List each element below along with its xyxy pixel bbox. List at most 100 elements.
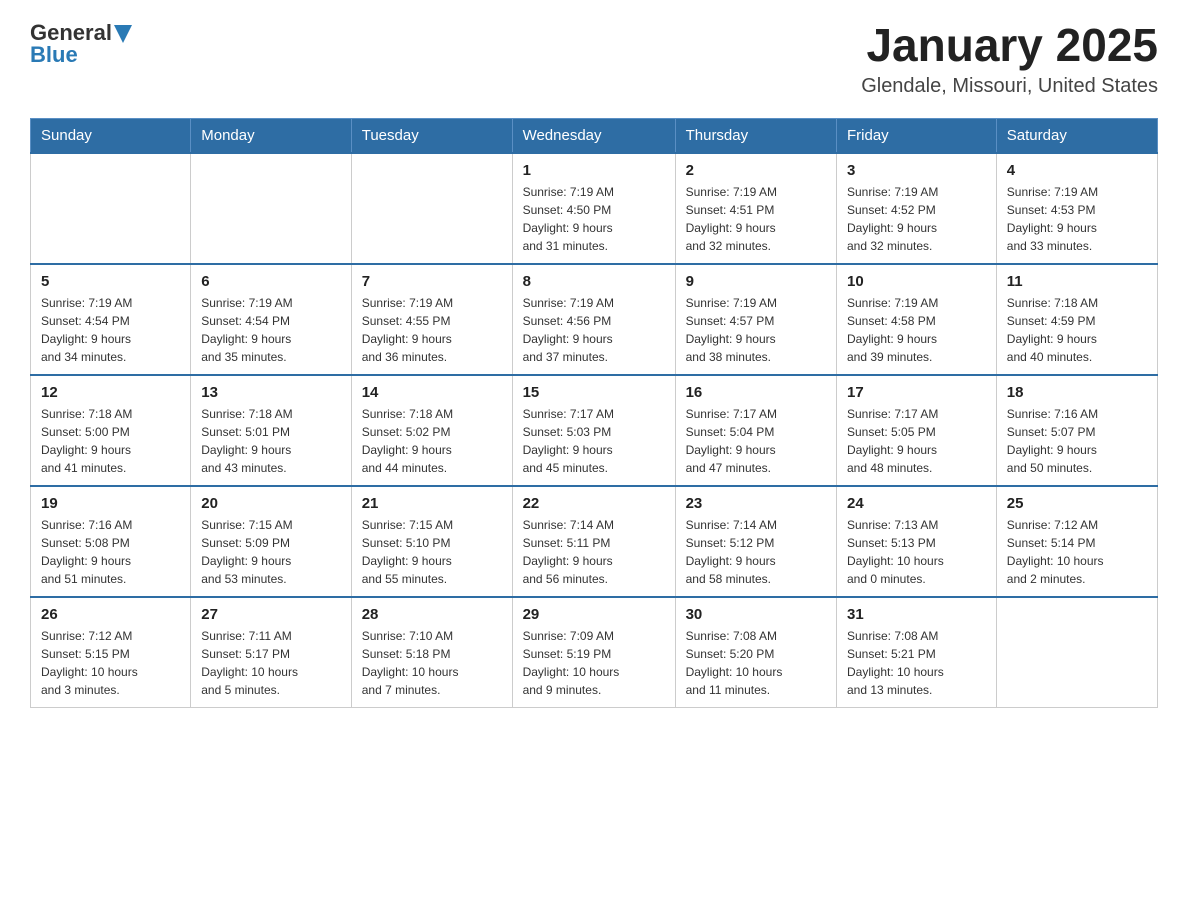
calendar-cell [996,597,1157,708]
day-info: Sunrise: 7:19 AM Sunset: 4:53 PM Dayligh… [1007,183,1147,255]
day-number: 16 [686,384,826,401]
calendar-cell: 12Sunrise: 7:18 AM Sunset: 5:00 PM Dayli… [31,375,191,486]
day-number: 1 [523,162,665,179]
day-number: 5 [41,273,180,290]
calendar-header-row: Sunday Monday Tuesday Wednesday Thursday… [31,118,1158,153]
day-number: 29 [523,606,665,623]
calendar-cell: 22Sunrise: 7:14 AM Sunset: 5:11 PM Dayli… [512,486,675,597]
calendar-week-row: 19 Sunrise: 7:16 AM Sunset: 5:08 PM Dayli… [31,486,1158,597]
day-info: Sunrise: 7:19 AM Sunset: 4:58 PM Dayligh… [847,294,986,366]
day-number: 25 [1007,495,1147,512]
calendar-cell: 25 Sunrise: 7:12 AM Sunset: 5:14 PM Dayli… [996,486,1157,597]
header-sunday: Sunday [31,118,191,153]
day-info: Sunrise: 7:17 AM Sunset: 5:03 PM Dayligh… [523,405,665,477]
day-number: 4 [1007,162,1147,179]
day-number: 28 [362,606,502,623]
header-tuesday: Tuesday [351,118,512,153]
calendar-cell: 30 Sunrise: 7:08 AM Sunset: 5:20 PM Dayli… [675,597,836,708]
day-info: Sunrise: 7:12 AM Sunset: 5:14 PM Dayligh… [1007,516,1147,588]
day-info: Sunrise: 7:18 AM Sunset: 5:01 PM Dayligh… [201,405,340,477]
calendar-cell: 20 Sunrise: 7:15 AM Sunset: 5:09 PM Dayli… [191,486,351,597]
calendar-cell [351,153,512,264]
day-number: 21 [362,495,502,512]
calendar-cell: 24 Sunrise: 7:13 AM Sunset: 5:13 PM Dayli… [836,486,996,597]
header-wednesday: Wednesday [512,118,675,153]
day-info: Sunrise: 7:18 AM Sunset: 5:02 PM Dayligh… [362,405,502,477]
day-number: 23 [686,495,826,512]
calendar-cell: 31 Sunrise: 7:08 AM Sunset: 5:21 PM Dayli… [836,597,996,708]
day-info: Sunrise: 7:19 AM Sunset: 4:50 PM Dayligh… [523,183,665,255]
day-info: Sunrise: 7:09 AM Sunset: 5:19 PM Dayligh… [523,627,665,699]
day-info: Sunrise: 7:19 AM Sunset: 4:57 PM Dayligh… [686,294,826,366]
calendar-cell: 5 Sunrise: 7:19 AM Sunset: 4:54 PM Daylig… [31,264,191,375]
day-number: 10 [847,273,986,290]
day-info: Sunrise: 7:18 AM Sunset: 5:00 PM Dayligh… [41,405,180,477]
day-info: Sunrise: 7:08 AM Sunset: 5:21 PM Dayligh… [847,627,986,699]
calendar-cell: 23 Sunrise: 7:14 AM Sunset: 5:12 PM Dayli… [675,486,836,597]
day-info: Sunrise: 7:19 AM Sunset: 4:52 PM Dayligh… [847,183,986,255]
calendar-cell: 2Sunrise: 7:19 AM Sunset: 4:51 PM Daylig… [675,153,836,264]
day-number: 9 [686,273,826,290]
day-info: Sunrise: 7:08 AM Sunset: 5:20 PM Dayligh… [686,627,826,699]
day-number: 26 [41,606,180,623]
day-number: 13 [201,384,340,401]
calendar-cell: 4 Sunrise: 7:19 AM Sunset: 4:53 PM Daylig… [996,153,1157,264]
calendar-cell: 8Sunrise: 7:19 AM Sunset: 4:56 PM Daylig… [512,264,675,375]
day-number: 11 [1007,273,1147,290]
calendar-cell [191,153,351,264]
location-title: Glendale, Missouri, United States [861,75,1158,98]
day-number: 20 [201,495,340,512]
day-number: 30 [686,606,826,623]
calendar-cell: 3 Sunrise: 7:19 AM Sunset: 4:52 PM Daylig… [836,153,996,264]
day-number: 24 [847,495,986,512]
header-friday: Friday [836,118,996,153]
day-number: 22 [523,495,665,512]
calendar-cell: 28 Sunrise: 7:10 AM Sunset: 5:18 PM Dayli… [351,597,512,708]
day-info: Sunrise: 7:15 AM Sunset: 5:10 PM Dayligh… [362,516,502,588]
day-info: Sunrise: 7:12 AM Sunset: 5:15 PM Dayligh… [41,627,180,699]
logo-blue-text: Blue [30,42,78,68]
day-info: Sunrise: 7:18 AM Sunset: 4:59 PM Dayligh… [1007,294,1147,366]
day-info: Sunrise: 7:17 AM Sunset: 5:04 PM Dayligh… [686,405,826,477]
calendar-cell: 10 Sunrise: 7:19 AM Sunset: 4:58 PM Dayli… [836,264,996,375]
calendar-week-row: 1 Sunrise: 7:19 AM Sunset: 4:50 PM Daylig… [31,153,1158,264]
logo: General Blue [30,20,132,68]
calendar-cell: 21 Sunrise: 7:15 AM Sunset: 5:10 PM Dayli… [351,486,512,597]
day-number: 6 [201,273,340,290]
calendar-cell: 15 Sunrise: 7:17 AM Sunset: 5:03 PM Dayli… [512,375,675,486]
month-title: January 2025 [861,20,1158,71]
calendar-week-row: 12Sunrise: 7:18 AM Sunset: 5:00 PM Dayli… [31,375,1158,486]
calendar-cell: 27 Sunrise: 7:11 AM Sunset: 5:17 PM Dayli… [191,597,351,708]
calendar-cell: 26 Sunrise: 7:12 AM Sunset: 5:15 PM Dayli… [31,597,191,708]
day-info: Sunrise: 7:14 AM Sunset: 5:12 PM Dayligh… [686,516,826,588]
day-info: Sunrise: 7:10 AM Sunset: 5:18 PM Dayligh… [362,627,502,699]
day-info: Sunrise: 7:17 AM Sunset: 5:05 PM Dayligh… [847,405,986,477]
day-info: Sunrise: 7:11 AM Sunset: 5:17 PM Dayligh… [201,627,340,699]
day-info: Sunrise: 7:19 AM Sunset: 4:55 PM Dayligh… [362,294,502,366]
day-number: 27 [201,606,340,623]
page-header: General Blue January 2025 Glendale, Miss… [30,20,1158,98]
calendar-table: Sunday Monday Tuesday Wednesday Thursday… [30,118,1158,708]
day-info: Sunrise: 7:16 AM Sunset: 5:08 PM Dayligh… [41,516,180,588]
day-number: 15 [523,384,665,401]
day-number: 3 [847,162,986,179]
calendar-cell: 29 Sunrise: 7:09 AM Sunset: 5:19 PM Dayli… [512,597,675,708]
calendar-cell: 18 Sunrise: 7:16 AM Sunset: 5:07 PM Dayli… [996,375,1157,486]
day-number: 19 [41,495,180,512]
calendar-cell: 7 Sunrise: 7:19 AM Sunset: 4:55 PM Daylig… [351,264,512,375]
day-info: Sunrise: 7:13 AM Sunset: 5:13 PM Dayligh… [847,516,986,588]
calendar-cell: 16 Sunrise: 7:17 AM Sunset: 5:04 PM Dayli… [675,375,836,486]
day-info: Sunrise: 7:16 AM Sunset: 5:07 PM Dayligh… [1007,405,1147,477]
day-info: Sunrise: 7:19 AM Sunset: 4:54 PM Dayligh… [41,294,180,366]
calendar-cell: 13 Sunrise: 7:18 AM Sunset: 5:01 PM Dayli… [191,375,351,486]
day-number: 7 [362,273,502,290]
calendar-week-row: 26 Sunrise: 7:12 AM Sunset: 5:15 PM Dayli… [31,597,1158,708]
day-number: 8 [523,273,665,290]
day-number: 14 [362,384,502,401]
header-thursday: Thursday [675,118,836,153]
day-number: 18 [1007,384,1147,401]
day-number: 31 [847,606,986,623]
day-info: Sunrise: 7:15 AM Sunset: 5:09 PM Dayligh… [201,516,340,588]
calendar-cell: 19 Sunrise: 7:16 AM Sunset: 5:08 PM Dayli… [31,486,191,597]
calendar-cell: 9 Sunrise: 7:19 AM Sunset: 4:57 PM Daylig… [675,264,836,375]
